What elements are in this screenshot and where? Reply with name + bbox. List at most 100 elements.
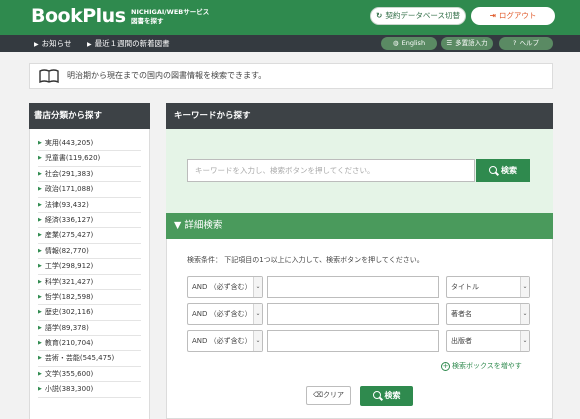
english-button[interactable]: ◍ English [381,37,437,50]
category-label: 哲学(182,598) [44,292,94,301]
nav-link-new-books[interactable]: ▶ 最近１週間の新着図書 [87,35,170,53]
triangle-right-icon: ▶ [38,216,42,223]
advanced-search-button-label: 検索 [384,391,401,400]
triangle-right-icon: ▶ [38,370,42,377]
nav-bar: ▶ お知らせ ▶ 最近１週間の新着図書 ◍ English ☰ 多置語入力 ? ヘルプ [0,35,580,52]
app-header: BookPlus NICHIGAI/WEBサービス 図書を探す ↻ 契約データベー… [0,0,580,35]
category-item[interactable]: ▶ 芸術・芸能(545,475) [38,351,141,367]
keyword-search-input[interactable]: キーワードを入力し、検索ボタンを押してください。 [187,159,475,182]
category-item[interactable]: ▶ 文学(355,600) [38,367,141,383]
category-label: 情報(82,770) [44,246,89,255]
chevron-updown-icon: ⌄ [253,277,262,297]
category-item[interactable]: ▶ 経済(336,127) [38,213,141,229]
help-label: ヘルプ [519,39,539,47]
category-item[interactable]: ▶ 科学(321,427) [38,275,141,290]
chevron-updown-icon: ⌄ [253,331,262,351]
advanced-search-toggle[interactable]: ▼ 詳細検索 [166,213,553,239]
category-list: ▶ 実用(443,205) ▶ 児童書(119,620) ▶ 社会(291,383) … [29,129,150,419]
open-book-icon [39,69,59,83]
category-label: 歴史(302,116) [44,308,94,317]
triangle-right-icon: ▶ [38,201,42,208]
category-item[interactable]: ▶ 教育(210,704) [38,336,141,352]
triangle-right-icon: ▶ [38,155,42,162]
operator-select-value: AND （必ず含む） [192,283,252,291]
refresh-icon: ↻ [376,11,383,20]
triangle-right-icon: ▶ [38,324,42,331]
operator-select[interactable]: AND （必ず含む） ⌄ [187,276,263,298]
switch-database-label: 契約データベース切替 [385,11,460,20]
triangle-right-icon: ▶ [38,278,42,285]
add-search-box-link[interactable]: + 検索ボックスを増やす [441,361,522,371]
triangle-right-icon: ▶ [38,186,42,193]
operator-select-value: AND （必ず含む） [192,337,252,345]
search-condition-note: 検索条件： 下記項目の1つ以上に入力して、検索ボタンを押してください。 [187,256,424,264]
triangle-right-icon: ▶ [34,41,39,48]
info-bar: 明治期から現在までの国内の図書情報を検索できます。 [29,63,553,89]
nav-link-new-books-label: 最近１週間の新着図書 [94,39,170,48]
list-icon: ☰ [446,39,453,47]
operator-select[interactable]: AND （必ず含む） ⌄ [187,330,263,352]
category-label: 小説(383,300) [44,385,94,394]
category-item[interactable]: ▶ 政治(171,088) [38,182,141,198]
category-label: 法律(93,432) [44,200,89,209]
category-item[interactable]: ▶ 法律(93,432) [38,198,141,213]
question-icon: ? [513,39,517,47]
category-item[interactable]: ▶ 社会(291,383) [38,167,141,183]
category-item[interactable]: ▶ 産業(275,427) [38,228,141,244]
category-item[interactable]: ▶ 児童書(119,620) [38,151,141,167]
triangle-right-icon: ▶ [38,170,42,177]
field-select-value: 出版者 [451,337,472,345]
search-icon [372,391,381,399]
category-item[interactable]: ▶ 哲学(182,598) [38,290,141,306]
category-item[interactable]: ▶ 歴史(302,116) [38,305,141,321]
logo-subtitle: NICHIGAI/WEBサービス 図書を探す [131,8,209,26]
bulk-input-button[interactable]: ☰ 多置語入力 [441,37,493,50]
category-item[interactable]: ▶ 語学(89,378) [38,321,141,337]
field-select[interactable]: 著者名 ⌄ [446,303,530,325]
sidebar-title: 書店分類から探す [29,103,150,129]
keyword-search-button[interactable]: 検索 [476,159,530,182]
field-select-value: タイトル [451,283,479,291]
logout-label: ログアウト [498,11,537,20]
category-label: 語学(89,378) [44,323,89,332]
chevron-updown-icon: ⌄ [520,304,529,324]
english-label: English [401,39,426,47]
clear-button[interactable]: ⌫クリア [306,386,351,405]
triangle-right-icon: ▶ [38,355,42,362]
bookplus-logo[interactable]: BookPlus [31,5,126,27]
triangle-right-icon: ▶ [38,247,42,254]
category-label: 産業(275,427) [44,231,94,240]
chevron-updown-icon: ⌄ [520,331,529,351]
triangle-right-icon: ▶ [38,340,42,347]
category-item[interactable]: ▶ 情報(82,770) [38,244,141,260]
advanced-text-input[interactable] [267,303,439,325]
category-item[interactable]: ▶ 工学(298,912) [38,259,141,275]
triangle-right-icon: ▶ [38,309,42,316]
field-select[interactable]: タイトル ⌄ [446,276,530,298]
category-item[interactable]: ▶ 小説(383,300) [38,382,141,398]
info-text: 明治期から現在までの国内の図書情報を検索できます。 [67,71,267,80]
logo-sub-search: 図書を探す [131,17,164,25]
triangle-right-icon: ▶ [38,140,42,146]
advanced-search-button[interactable]: 検索 [360,386,413,406]
logout-button[interactable]: ⇥ ログアウト [471,7,555,25]
advanced-text-input[interactable] [267,330,439,352]
nav-link-news[interactable]: ▶ お知らせ [34,35,71,53]
add-search-box-label: 検索ボックスを増やす [452,362,522,370]
nav-link-news-label: お知らせ [41,39,72,48]
field-select[interactable]: 出版者 ⌄ [446,330,530,352]
category-label: 科学(321,427) [44,277,94,286]
triangle-right-icon: ▶ [38,232,42,239]
search-icon [489,166,497,174]
category-label: 芸術・芸能(545,475) [44,354,115,363]
help-button[interactable]: ? ヘルプ [499,37,553,50]
category-label: 経済(336,127) [44,215,94,224]
category-label: 社会(291,383) [44,169,94,178]
category-label: 工学(298,912) [44,262,94,271]
advanced-text-input[interactable] [267,276,439,298]
switch-database-button[interactable]: ↻ 契約データベース切替 [370,7,466,25]
operator-select[interactable]: AND （必ず含む） ⌄ [187,303,263,325]
triangle-right-icon: ▶ [38,386,42,393]
category-label: 児童書(119,620) [44,154,101,163]
category-item[interactable]: ▶ 実用(443,205) [38,136,141,152]
